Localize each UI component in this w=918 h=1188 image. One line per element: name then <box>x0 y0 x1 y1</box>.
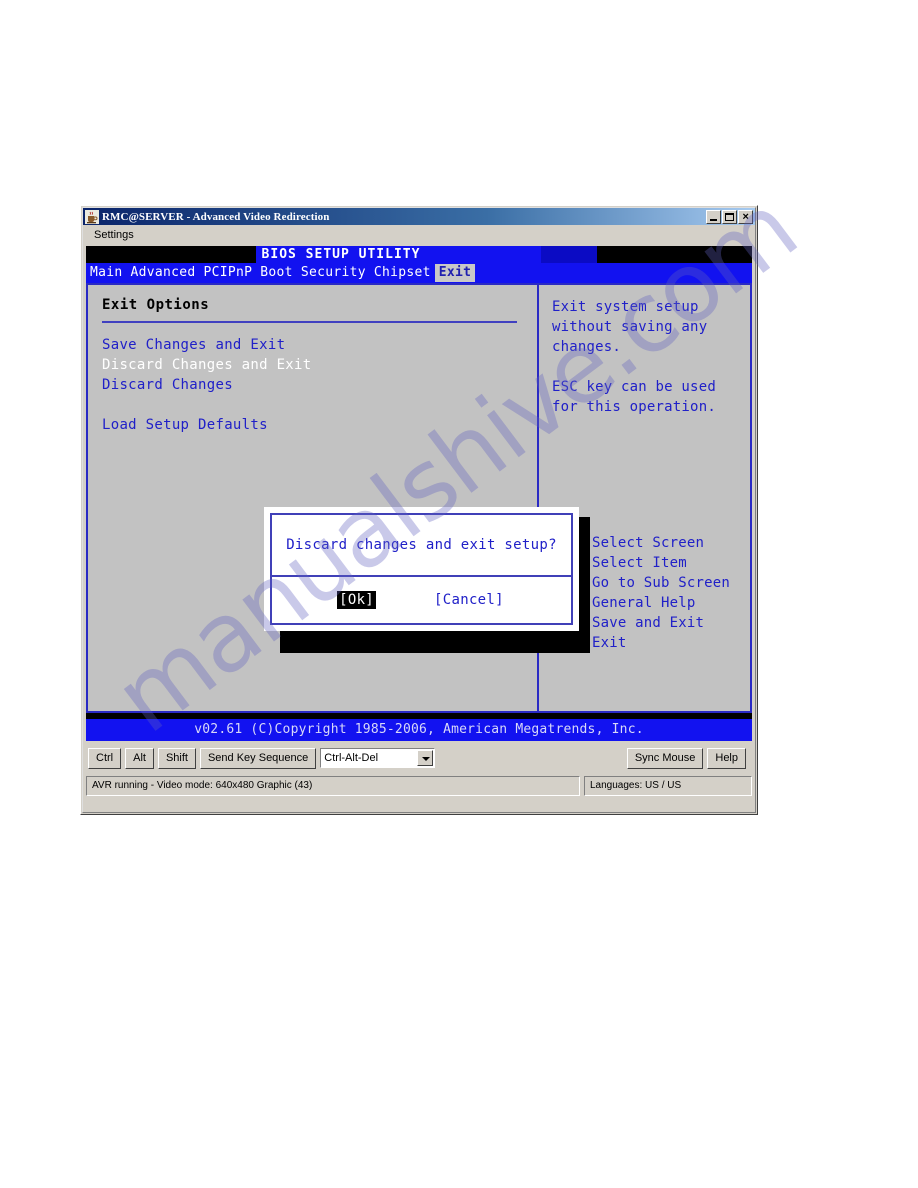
bios-title-text: BIOS SETUP UTILITY <box>261 247 421 262</box>
discard-changes-dialog: Discard changes and exit setup? [Ok] [Ca… <box>264 507 579 631</box>
bios-tab-bar: Main Advanced PCIPnP Boot Security Chips… <box>86 263 752 283</box>
minimize-button[interactable] <box>706 209 721 224</box>
dialog-button-row: [Ok] [Cancel] <box>272 577 571 623</box>
dialog-message-text: Discard changes and exit setup? <box>286 537 557 553</box>
bios-tab-pcipnp[interactable]: PCIPnP <box>200 264 257 282</box>
window-control-buttons: × <box>706 209 754 224</box>
chevron-down-icon[interactable] <box>417 750 434 766</box>
window-inner-frame: RMC@SERVER - Advanced Video Redirection … <box>82 207 756 813</box>
key-legend-desc-f1: General Help <box>592 595 696 611</box>
bios-option-discard-changes[interactable]: Discard Changes <box>102 375 536 395</box>
key-sequence-dropdown[interactable]: Ctrl-Alt-Del <box>320 748 436 768</box>
bios-title-strip: BIOS SETUP UTILITY <box>86 246 752 263</box>
bios-tab-chipset[interactable]: Chipset <box>370 264 435 282</box>
key-legend-desc-f10: Save and Exit <box>592 615 705 631</box>
key-legend-desc-enter: Go to Sub Screen <box>592 575 731 591</box>
bios-help-line-2: without saving any <box>552 319 708 335</box>
ctrl-button[interactable]: Ctrl <box>88 747 122 769</box>
window-title-text: RMC@SERVER - Advanced Video Redirection <box>102 210 330 223</box>
key-sequence-selected-value: Ctrl-Alt-Del <box>324 752 379 764</box>
bios-help-line-5: for this operation. <box>552 399 716 415</box>
bios-body-panel: Exit Options Save Changes and Exit Disca… <box>86 283 752 713</box>
bios-help-line-3: changes. <box>552 339 622 355</box>
bios-copyright-bar: v02.61 (C)Copyright 1985-2006, American … <box>86 719 752 741</box>
sync-mouse-button[interactable]: Sync Mouse <box>626 747 704 769</box>
status-avr-running: AVR running - Video mode: 640x480 Graphi… <box>86 776 580 796</box>
send-key-sequence-button[interactable]: Send Key Sequence <box>199 747 317 769</box>
bios-option-save-changes-and-exit[interactable]: Save Changes and Exit <box>102 335 536 355</box>
status-languages: Languages: US / US <box>584 776 752 796</box>
window-title-bar[interactable]: RMC@SERVER - Advanced Video Redirection … <box>83 208 755 225</box>
java-coffee-cup-icon <box>85 209 99 224</box>
bios-option-load-setup-defaults[interactable]: Load Setup Defaults <box>102 415 536 435</box>
bios-tab-advanced[interactable]: Advanced <box>127 264 200 282</box>
dialog-cancel-button[interactable]: [Cancel] <box>432 591 506 609</box>
bios-console-screen: BIOS SETUP UTILITY Main Advanced PCIPnP … <box>86 246 752 741</box>
bios-help-gap <box>552 357 750 377</box>
avr-status-bar: AVR running - Video mode: 640x480 Graphi… <box>86 776 752 796</box>
dialog-inner-frame: Discard changes and exit setup? [Ok] [Ca… <box>270 513 573 625</box>
help-button[interactable]: Help <box>707 747 746 769</box>
bios-option-discard-changes-and-exit[interactable]: Discard Changes and Exit <box>102 355 536 375</box>
application-menu-bar: Settings <box>83 225 755 245</box>
bios-help-line-4: ESC key can be used <box>552 379 716 395</box>
shift-button[interactable]: Shift <box>157 747 196 769</box>
bios-tab-security[interactable]: Security <box>297 264 370 282</box>
bios-tab-exit[interactable]: Exit <box>434 264 476 282</box>
bios-section-heading: Exit Options <box>102 297 210 313</box>
dialog-ok-button[interactable]: [Ok] <box>337 591 377 609</box>
alt-button[interactable]: Alt <box>125 747 154 769</box>
bios-tab-boot[interactable]: Boot <box>256 264 297 282</box>
key-legend-desc-esc: Exit <box>592 635 627 651</box>
avr-toolbar: Ctrl Alt Shift Send Key Sequence Ctrl-Al… <box>86 744 752 772</box>
key-legend-desc-select-screen: Select Screen <box>592 535 705 551</box>
maximize-button[interactable] <box>722 209 737 224</box>
bios-tab-main[interactable]: Main <box>86 264 127 282</box>
close-button[interactable]: × <box>738 209 753 224</box>
key-legend-desc-select-item: Select Item <box>592 555 687 571</box>
menu-item-settings[interactable]: Settings <box>89 228 139 242</box>
bios-help-line-1: Exit system setup <box>552 299 699 315</box>
avr-application-window: RMC@SERVER - Advanced Video Redirection … <box>80 205 758 815</box>
bios-heading-divider <box>102 321 517 323</box>
bios-option-spacer <box>102 395 536 415</box>
